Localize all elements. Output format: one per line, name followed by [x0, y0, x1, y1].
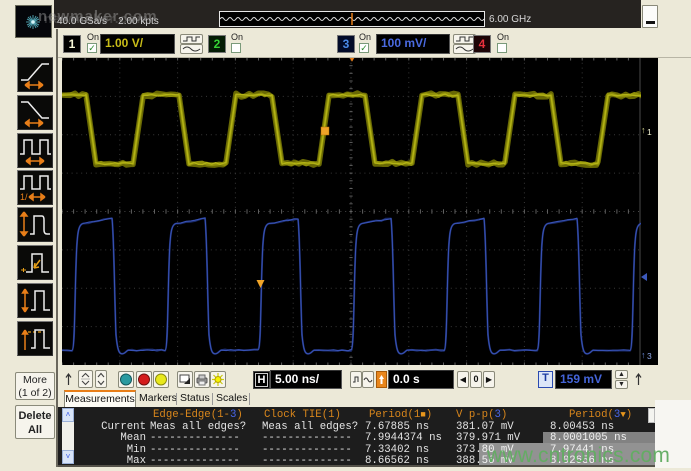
- svg-text:3: 3: [647, 351, 652, 361]
- svg-text:1: 1: [647, 127, 652, 137]
- svg-text:↑: ↑: [641, 125, 646, 135]
- svg-text:↑: ↑: [641, 350, 646, 360]
- svg-text:1/: 1/: [20, 192, 28, 202]
